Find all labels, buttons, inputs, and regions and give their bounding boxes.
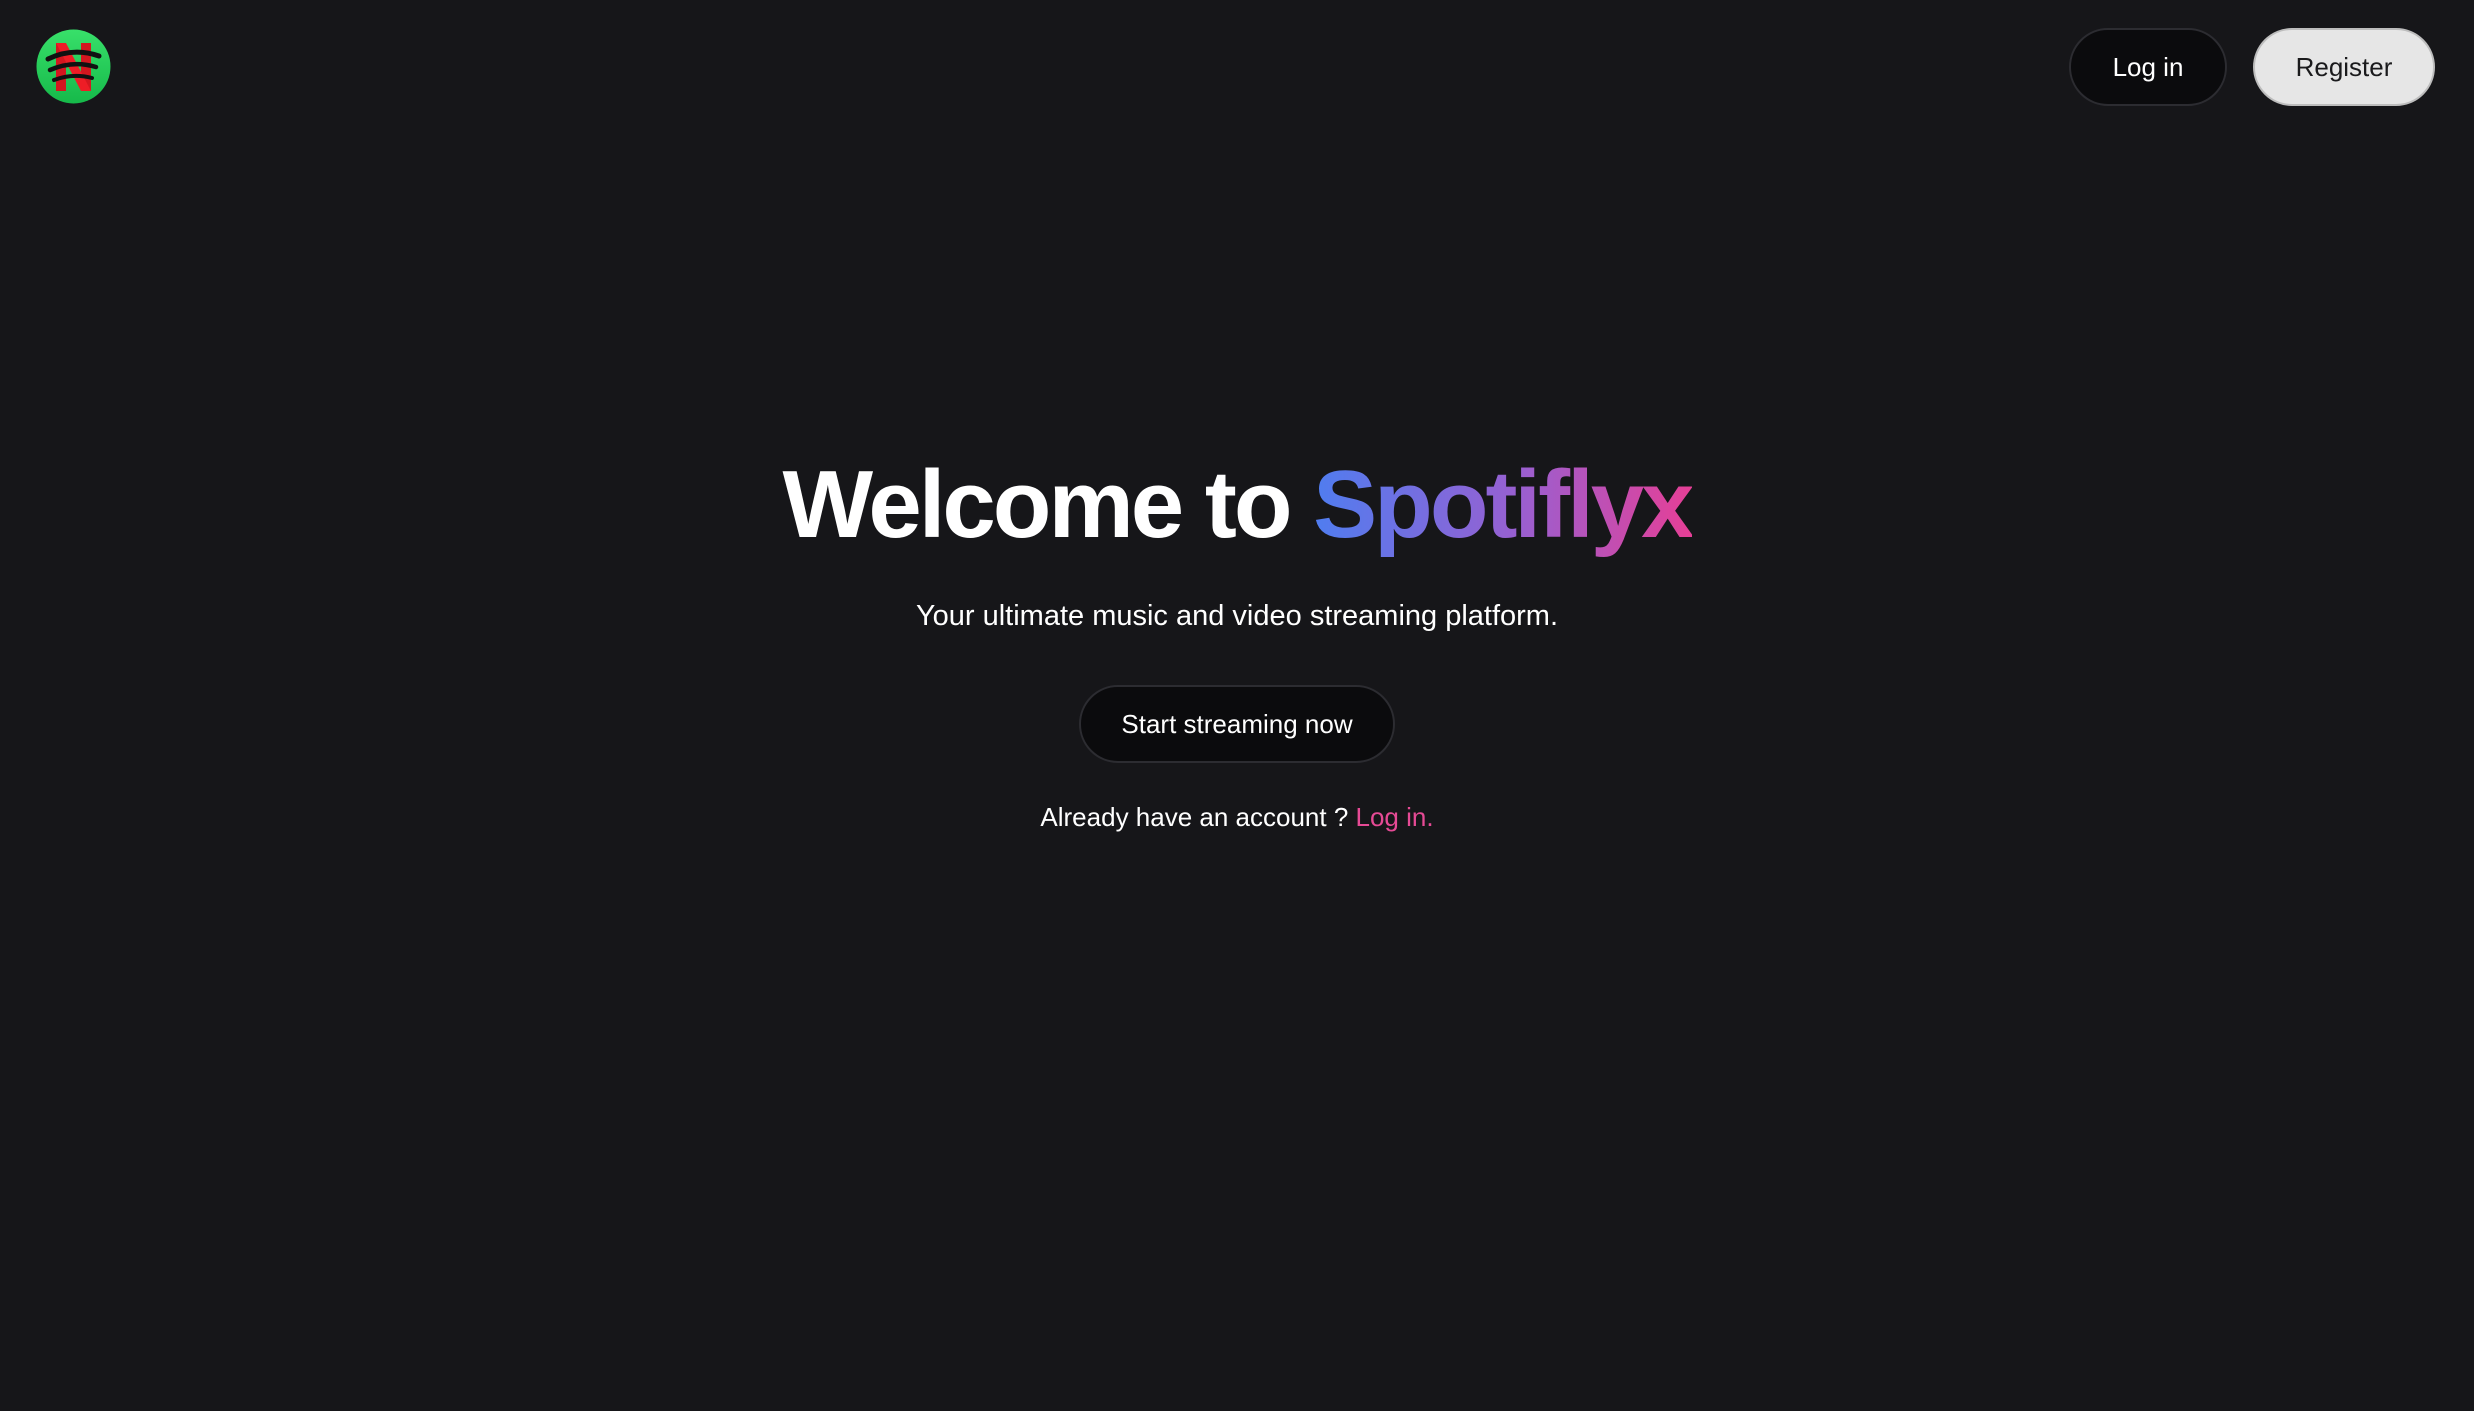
title-prefix: Welcome to — [782, 451, 1292, 558]
start-streaming-button[interactable]: Start streaming now — [1079, 685, 1395, 763]
login-link[interactable]: Log in. — [1356, 802, 1434, 832]
login-button[interactable]: Log in — [2069, 28, 2227, 106]
brand-name: Spotiflyx — [1313, 451, 1694, 558]
hero-section: Welcome to Spotiflyx Your ultimate music… — [0, 440, 2474, 835]
spotiflyx-logo-icon[interactable] — [36, 29, 111, 104]
header-nav: Log in Register — [2069, 28, 2435, 106]
account-prompt: Already have an account ? Log in. — [0, 799, 2474, 835]
page-title: Welcome to Spotiflyx — [0, 440, 2474, 570]
register-button[interactable]: Register — [2253, 28, 2435, 106]
cta-container: Start streaming now — [0, 685, 2474, 763]
landing-page: Log in Register Welcome to Spotiflyx You… — [0, 0, 2474, 1411]
account-prompt-text: Already have an account ? — [1040, 802, 1349, 832]
hero-subtitle: Your ultimate music and video streaming … — [915, 600, 1559, 632]
